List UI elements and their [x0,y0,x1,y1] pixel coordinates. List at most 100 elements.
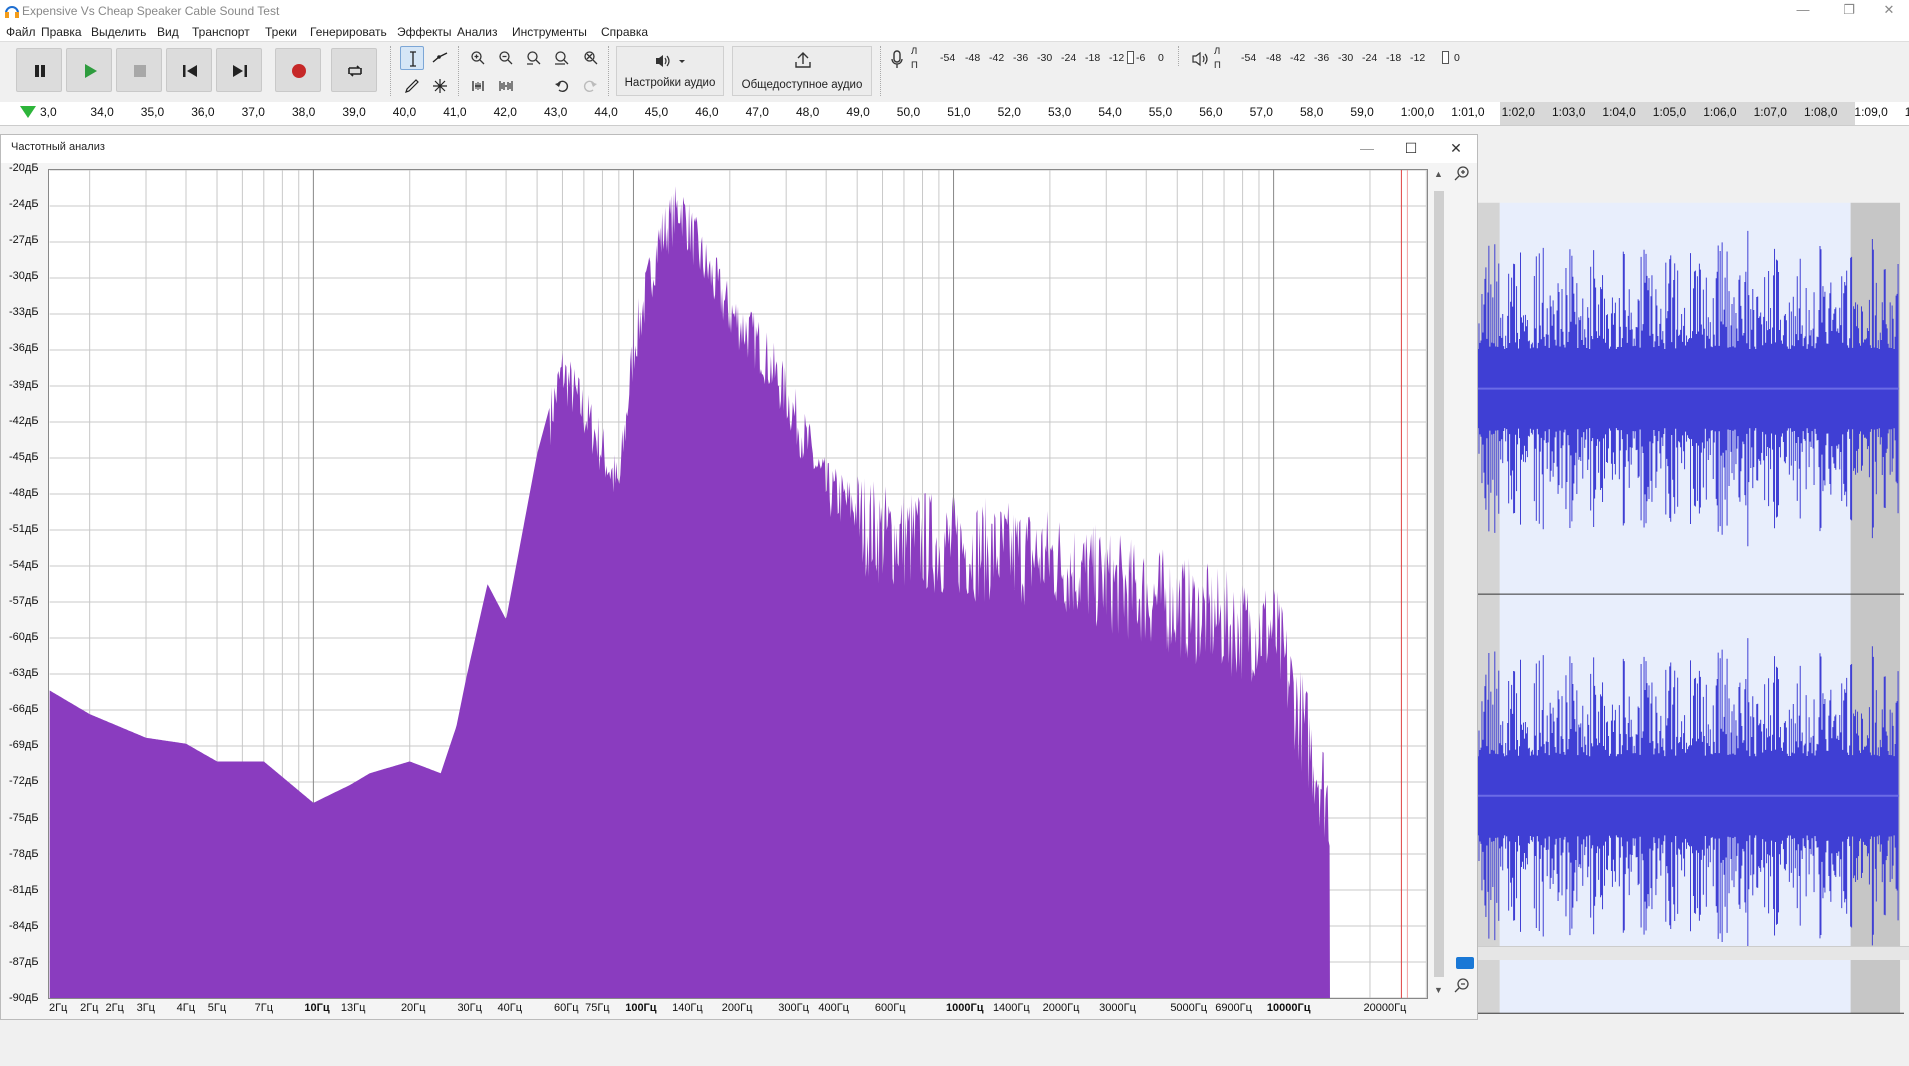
zoom-in-icon[interactable] [1453,165,1471,183]
envelope-tool[interactable] [428,46,452,70]
scrollbar-thumb[interactable] [1434,191,1444,977]
zoom-fit-icon [555,51,569,65]
record-button[interactable] [275,48,321,92]
x-tick-label: 3Гц [136,1002,155,1014]
menu-help[interactable]: Справка [601,25,648,39]
menu-bar: Файл Правка Выделить Вид Транспорт Треки… [0,22,1909,42]
play-head-icon[interactable] [20,106,36,118]
x-tick-label: 20Гц [400,1002,426,1014]
audio-settings-button[interactable]: Настройки аудио [616,46,724,96]
speaker-icon [656,55,685,67]
y-tick-label: -27дБ [9,234,39,247]
microphone-icon[interactable] [890,50,904,70]
pause-button[interactable] [16,48,62,92]
frequency-analysis-dialog: Частотный анализ — ☐ ✕ -20дБ -24дБ -27дБ -3… [0,134,1478,1020]
y-tick-label: -54дБ [9,558,39,571]
play-button[interactable] [66,48,112,92]
menu-view[interactable]: Вид [157,25,179,39]
y-tick-label: -51дБ [9,522,39,535]
meter-tick: -42 [989,52,1005,64]
x-tick-label: 10000Гц [1266,1002,1311,1014]
zoom-out-icon [499,51,513,65]
zoom-slider-thumb[interactable] [1456,957,1474,969]
y-tick-label: -39дБ [9,378,39,391]
horizontal-scrollbar[interactable] [1478,946,1909,960]
x-tick-label: 6900Гц [1215,1002,1252,1014]
menu-transport[interactable]: Транспорт [192,25,250,39]
menu-tools[interactable]: Инструменты [512,25,587,39]
skip-start-button[interactable] [166,48,212,92]
zoom-toggle-button[interactable] [578,46,602,70]
y-tick-label: -36дБ [9,342,39,355]
dialog-maximize-button[interactable]: ☐ [1391,137,1431,161]
fit-selection-button[interactable] [522,46,546,70]
dialog-close-button[interactable]: ✕ [1436,137,1476,161]
track-area[interactable] [1478,126,1909,1020]
y-tick-label: -69дБ [9,739,39,752]
multi-tool[interactable] [428,74,452,98]
trim-icon [472,81,484,91]
menu-generate[interactable]: Генерировать [310,25,387,39]
timeline-tick: 1:10 [1905,105,1909,119]
share-audio-button[interactable]: Общедоступное аудио [732,46,872,96]
menu-edit[interactable]: Правка [41,25,82,39]
zoom-in-button[interactable] [466,46,490,70]
rec-meter-slider[interactable] [1127,51,1134,64]
zoom-out-icon[interactable] [1453,977,1471,995]
playback-meter[interactable]: -54 -48 -42 -36 -30 -24 -18 -12 0 [1226,49,1471,69]
timeline-tick: 3,0 [40,105,57,119]
menu-file[interactable]: Файл [6,25,36,39]
menu-tracks[interactable]: Треки [265,25,297,39]
stop-button[interactable] [116,48,162,92]
skip-end-icon [233,65,247,77]
draw-tool[interactable] [400,74,424,98]
meter-tick: -48 [1266,52,1282,64]
spectrum-plot[interactable] [48,169,1428,999]
loop-button[interactable] [331,48,377,92]
play-meter-slider[interactable] [1442,51,1449,64]
vertical-scrollbar[interactable]: ▲ ▼ [1431,169,1447,999]
skip-end-button[interactable] [216,48,262,92]
fit-project-button[interactable] [550,46,574,70]
timeline-ruler[interactable]: 3,0 34,0 35,0 36,0 37,0 38,0 39,0 40,0 41,0 42,0 4… [0,102,1909,126]
meter-tick: -54 [940,52,956,64]
upload-icon [795,52,811,68]
y-tick-label: -60дБ [9,631,39,644]
menu-select[interactable]: Выделить [91,25,146,39]
timeline-tick: 57,0 [1249,105,1273,119]
menu-effects[interactable]: Эффекты [397,25,452,39]
meter-tick: -12 [1410,52,1426,64]
zoom-out-button[interactable] [494,46,518,70]
toolbar-separator [608,46,610,96]
silence-button[interactable] [494,74,518,98]
x-tick-label: 300Гц [778,1002,809,1014]
timeline-tick: 40,0 [392,105,417,119]
waveform-stereo[interactable] [1478,150,1904,1066]
play-icon [85,64,97,78]
timeline-tick: 1:02,0 [1501,105,1535,119]
y-tick-label: -81дБ [9,883,39,896]
scroll-down-icon[interactable]: ▼ [1434,985,1443,995]
selection-tool[interactable] [400,46,424,70]
timeline-tick: 47,0 [745,105,769,119]
timeline-tick: 34,0 [90,105,114,119]
toolbar-separator [880,46,882,96]
dialog-minimize-button[interactable]: — [1347,137,1387,161]
meter-tick: -18 [1386,52,1402,64]
timeline-tick: 1:01,0 [1451,105,1485,119]
redo-button[interactable] [578,74,602,98]
minimize-button[interactable]: — [1780,0,1826,22]
x-tick-label: 2Гц [80,1002,99,1014]
undo-button[interactable] [550,74,574,98]
y-tick-label: -87дБ [9,955,39,968]
speaker-icon[interactable] [1192,51,1210,67]
trim-outside-button[interactable] [466,74,490,98]
timeline-tick: 37,0 [241,105,265,119]
menu-analyze[interactable]: Анализ [457,25,498,39]
close-window-button[interactable]: ✕ [1866,0,1909,22]
audio-settings-label: Настройки аудио [624,77,716,89]
loop-icon [348,65,362,77]
x-tick-label: 75Гц [585,1002,610,1014]
scroll-up-icon[interactable]: ▲ [1434,169,1443,179]
zoom-toggle-icon [584,51,598,65]
